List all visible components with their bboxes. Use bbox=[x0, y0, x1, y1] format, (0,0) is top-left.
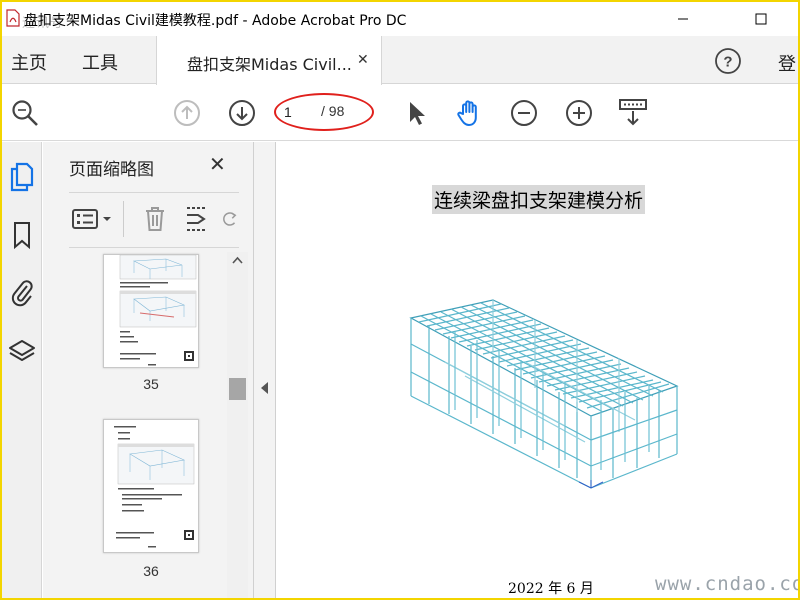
thumbnails-scrollbar[interactable] bbox=[227, 252, 248, 598]
thumbnail-page-number: 35 bbox=[143, 376, 159, 392]
document-page: 连续梁盘扣支架建模分析 2022 年 6 月 www.cndao.c bbox=[277, 142, 798, 598]
search-zoom-icon bbox=[12, 100, 38, 126]
zoom-out-button[interactable] bbox=[508, 97, 540, 129]
scaffold-model-image bbox=[409, 299, 679, 489]
page-thumbnails-button[interactable] bbox=[8, 162, 36, 192]
acrobat-window: 迎讯号 盘扣支架Midas Civil建模教程.pdf - Adobe Acro… bbox=[2, 2, 798, 598]
thumbnail-options-bar bbox=[69, 192, 239, 248]
navigation-rail bbox=[2, 142, 42, 598]
document-tab-label: 盘扣支架Midas Civil... bbox=[187, 55, 352, 74]
close-panel-icon[interactable]: ✕ bbox=[209, 152, 226, 176]
signin-link[interactable]: 登 bbox=[778, 50, 796, 76]
prev-page-button[interactable] bbox=[171, 97, 203, 129]
minimize-icon bbox=[678, 18, 688, 20]
page-number-input[interactable] bbox=[284, 100, 314, 124]
site-watermark: www.cndao.com bbox=[655, 573, 798, 595]
maximize-button[interactable] bbox=[738, 2, 784, 36]
list-options-icon bbox=[72, 209, 111, 229]
help-icon[interactable]: ? bbox=[714, 47, 742, 75]
arrow-down-circle-icon bbox=[229, 100, 255, 126]
title-bar: 迎讯号 盘扣支架Midas Civil建模教程.pdf - Adobe Acro… bbox=[2, 2, 798, 36]
hand-tool-button[interactable] bbox=[454, 97, 486, 129]
delete-page-button[interactable] bbox=[141, 203, 169, 235]
pdf-file-icon bbox=[6, 9, 20, 27]
document-title: 连续梁盘扣支架建模分析 bbox=[432, 185, 646, 214]
bookmarks-button[interactable] bbox=[8, 220, 36, 250]
collapse-panel-handle[interactable] bbox=[254, 142, 276, 598]
scrollbar-thumb[interactable] bbox=[229, 378, 246, 400]
svg-text:?: ? bbox=[723, 54, 732, 71]
divider bbox=[123, 201, 124, 237]
panel-title: 页面缩略图 bbox=[69, 160, 154, 180]
rotate-icon bbox=[223, 212, 237, 226]
paperclip-icon bbox=[11, 280, 33, 307]
fit-page-button[interactable] bbox=[616, 97, 650, 129]
scroll-up-icon[interactable] bbox=[232, 256, 243, 264]
window-title: 盘扣支架Midas Civil建模教程.pdf - Adobe Acrobat … bbox=[24, 13, 407, 29]
options-menu-button[interactable] bbox=[71, 203, 115, 235]
thumbnail-page-number: 36 bbox=[143, 563, 159, 579]
close-tab-icon[interactable]: ✕ bbox=[357, 52, 369, 68]
tab-document[interactable]: 盘扣支架Midas Civil... ✕ bbox=[156, 36, 382, 85]
copy-pages-icon bbox=[10, 162, 34, 192]
layers-icon bbox=[9, 340, 35, 361]
zoom-in-icon bbox=[566, 100, 592, 126]
thumbnail-page-36[interactable] bbox=[103, 419, 199, 553]
minimize-button[interactable] bbox=[660, 2, 706, 36]
tab-tools[interactable]: 工具 bbox=[82, 49, 118, 75]
bookmark-icon bbox=[14, 222, 30, 250]
tab-home[interactable]: 主页 bbox=[11, 49, 47, 75]
arrow-up-circle-icon bbox=[174, 100, 200, 126]
insert-page-button[interactable] bbox=[183, 203, 211, 235]
attachments-button[interactable] bbox=[8, 277, 36, 307]
thumbnails-panel: 页面缩略图 ✕ 35 36 bbox=[43, 142, 254, 598]
rotate-page-button[interactable] bbox=[221, 203, 239, 235]
next-page-button[interactable] bbox=[226, 97, 258, 129]
document-date: 2022 年 6 月 bbox=[508, 581, 594, 597]
maximize-icon bbox=[755, 13, 767, 25]
hand-icon bbox=[457, 100, 477, 126]
page-preview bbox=[119, 255, 197, 366]
menu-bar: 主页 工具 盘扣支架Midas Civil... ✕ ? 登 bbox=[2, 36, 798, 85]
page-preview bbox=[114, 426, 195, 548]
trash-icon bbox=[146, 207, 164, 231]
insert-page-icon bbox=[187, 207, 207, 231]
cursor-arrow-icon bbox=[410, 102, 425, 125]
fit-page-icon bbox=[619, 99, 647, 126]
zoom-in-button[interactable] bbox=[563, 97, 595, 129]
thumbnail-page-35[interactable] bbox=[103, 254, 199, 368]
select-tool-button[interactable] bbox=[400, 97, 432, 129]
toolbar: / 98 bbox=[2, 85, 798, 141]
zoom-out-icon bbox=[511, 100, 537, 126]
chevron-left-icon bbox=[261, 382, 268, 394]
layers-button[interactable] bbox=[8, 336, 36, 366]
page-total: / 98 bbox=[321, 103, 345, 119]
search-button[interactable] bbox=[9, 97, 41, 129]
